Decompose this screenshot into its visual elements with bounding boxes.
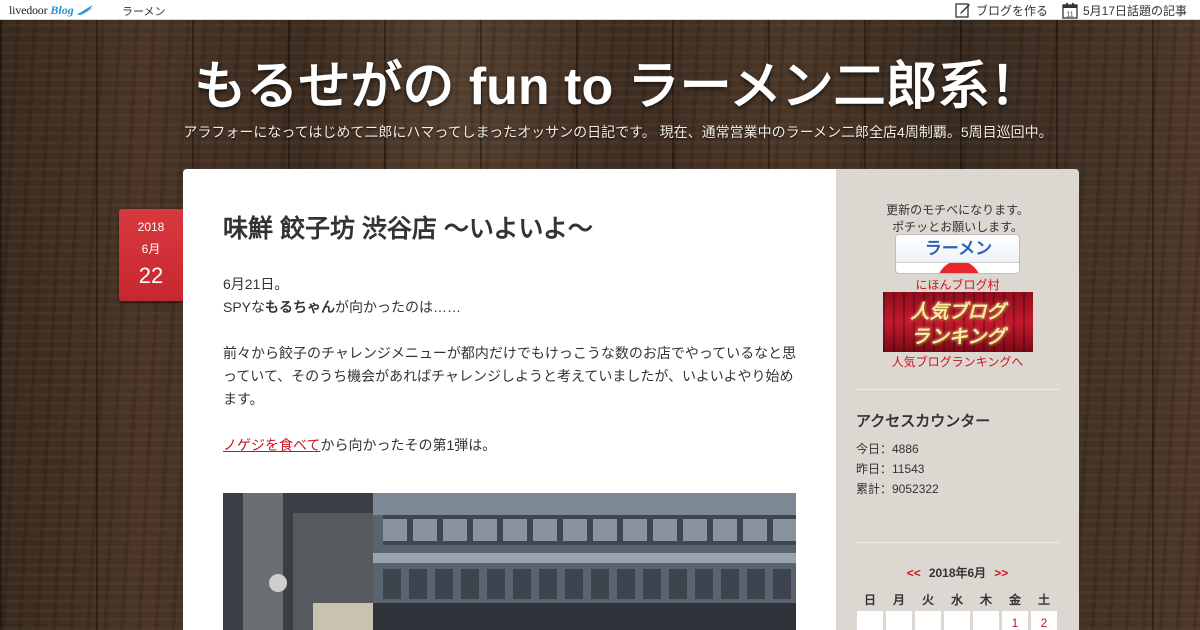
ranking-banner[interactable]: 人気ブログ ランキング	[883, 292, 1033, 352]
calendar-weekday-mon: 月	[892, 593, 905, 607]
post-date-day: 22	[138, 263, 164, 288]
calendar-day-cell	[915, 611, 941, 630]
post-photo[interactable]	[223, 493, 796, 630]
post-inline-link[interactable]: ノゲジを食べて	[223, 437, 320, 453]
counter-total: 累計：9052322	[856, 482, 939, 496]
post-body: 6月21日。 SPYなもるちゃんが向かったのは…… 前々から餃子のチャレンジメニ…	[223, 273, 798, 457]
blog-description: アラフォーになってはじめて二郎にハマってしまったオッサンの日記です。 現在、通常…	[183, 124, 1053, 140]
make-blog-label: ブログを作る	[976, 3, 1049, 18]
sidebar-divider-1	[856, 389, 1059, 390]
post-line-spy-post: が向かったのは……	[335, 299, 462, 315]
ranking-banner-line1: 人気ブログ	[910, 302, 1006, 323]
edit-icon	[955, 3, 970, 18]
motivation-text-1: 更新のモチベになります。	[886, 203, 1029, 217]
ranking-link[interactable]: 人気ブログランキングへ	[836, 353, 1079, 370]
calendar-weekday-fri: 金	[1008, 593, 1021, 607]
logo-blog-text: Blog	[50, 2, 74, 17]
livedoor-blog-logo[interactable]: livedoor Blog	[9, 2, 94, 18]
post-date-month: 6月	[141, 242, 161, 256]
sidebar-divider-2	[856, 542, 1059, 543]
access-counter-heading: アクセスカウンター	[856, 413, 991, 430]
nihon-blog-link[interactable]: にほんブログ村	[836, 276, 1079, 293]
post-line-date: 6月21日。	[223, 276, 289, 292]
calendar-day-1[interactable]: 1	[1002, 611, 1028, 630]
calendar-weekday-tue: 火	[921, 593, 934, 607]
calendar-icon: 11	[1062, 2, 1078, 19]
post-line-link-after: から向かったその第1弾は。	[320, 437, 497, 453]
post-line-spy: SPYなもるちゃんが向かったのは……	[223, 296, 798, 319]
ramen-banner-label: ラーメン	[896, 235, 1019, 263]
post-date-year: 2018	[137, 220, 165, 234]
calendar-prev-link[interactable]: <<	[907, 566, 921, 580]
article-card: 味鮮 餃子坊 渋谷店 〜いよいよ〜 6月21日。 SPYなもるちゃんが向かったの…	[183, 169, 836, 630]
post-line-spy-pre: SPYな	[223, 299, 266, 315]
calendar-weekday-thu: 木	[979, 593, 992, 607]
calendar-nav: << 2018年6月 >>	[836, 564, 1079, 581]
post-paragraph-challenge: 前々から餃子のチャレンジメニューが都内だけでもけっこうな数のお店でやっているなと…	[223, 345, 797, 407]
calendar-day-cell	[944, 611, 970, 630]
blog-title[interactable]: もるせがの fun to ラーメン二郎系！	[0, 44, 1200, 119]
calendar-day-cell	[886, 611, 912, 630]
ranking-banner-line2: ランキング	[910, 327, 1006, 348]
svg-text:11: 11	[1066, 11, 1073, 18]
calendar-next-link[interactable]: >>	[994, 566, 1008, 580]
calendar-day-cell	[973, 611, 999, 630]
sidebar: 更新のモチベになります。 ポチッとお願いします。 ラーメン にほんブログ村 人気…	[836, 169, 1079, 630]
bird-icon	[76, 5, 93, 16]
calendar-day-cell	[857, 611, 883, 630]
post-line-link: ノゲジを食べてから向かったその第1弾は。	[223, 434, 798, 457]
counter-yesterday: 昨日：11543	[856, 462, 925, 476]
building-photo-image	[223, 493, 796, 630]
make-blog-link[interactable]: ブログを作る	[955, 1, 1048, 19]
logo-livedoor-text: livedoor	[9, 2, 48, 17]
calendar-day-2[interactable]: 2	[1031, 611, 1057, 630]
post-title[interactable]: 味鮮 餃子坊 渋谷店 〜いよいよ〜	[223, 209, 593, 245]
calendar-weekday-sun: 日	[863, 593, 876, 607]
topic-articles-link[interactable]: 11 5月17日話題の記事	[1062, 1, 1187, 19]
topic-articles-label: 5月17日話題の記事	[1083, 3, 1188, 18]
post-line-spy-bold: もるちゃん	[265, 299, 336, 315]
calendar-month-label: 2018年6月	[928, 566, 987, 580]
nihon-blog-ramen-banner[interactable]: ラーメン	[895, 234, 1020, 274]
calendar-weekday-wed: 水	[950, 593, 963, 607]
calendar-weekday-sat: 土	[1037, 593, 1050, 607]
post-date-badge: 2018 6月 22	[119, 209, 183, 301]
counter-today: 今日：4886	[856, 442, 919, 456]
top-bar: livedoor Blog ラーメン ブログを作る 11 5月17日話題の記事	[0, 0, 1200, 20]
nav-category-ramen[interactable]: ラーメン	[122, 3, 166, 19]
motivation-text-2: ポチッとお願いします。	[892, 220, 1023, 234]
